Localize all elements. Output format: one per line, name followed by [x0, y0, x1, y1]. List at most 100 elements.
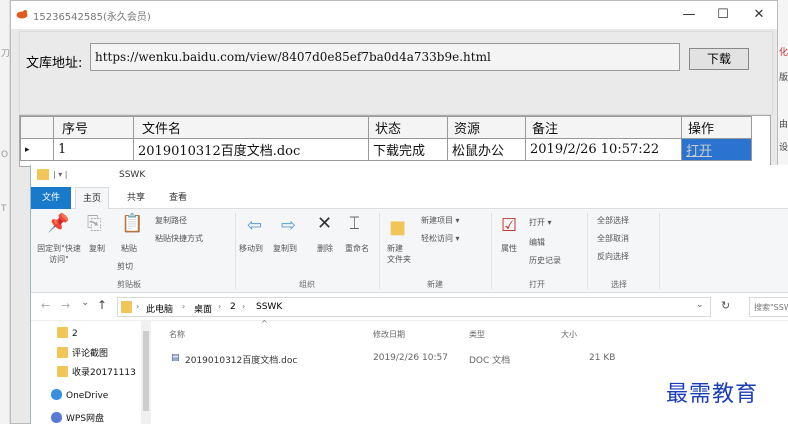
pin-icon: 📌 — [47, 213, 70, 234]
history-button[interactable]: 历史记录 — [529, 255, 561, 266]
column-header[interactable]: 序号 — [53, 116, 134, 139]
nav-item-label: 收录20171113 — [72, 368, 136, 378]
cloud-icon — [51, 412, 62, 423]
explorer-title: SSWK — [119, 170, 146, 180]
properties-button[interactable]: 属性 — [501, 243, 517, 254]
background-app-left: 刀 O T — [0, 0, 10, 424]
url-label: 文库地址: — [26, 56, 83, 71]
organize-group-label: 组织 — [299, 280, 315, 289]
open-group-label: 打开 — [529, 280, 545, 289]
paste-shortcut-button[interactable]: 粘贴快捷方式 — [155, 233, 203, 244]
copy-button[interactable]: 复制 — [89, 243, 105, 254]
sort-indicator-icon: ^ — [261, 319, 268, 328]
forward-button[interactable]: → — [61, 299, 70, 312]
file-row[interactable]: ▤ 2019010312百度文档.doc 2019/2/26 10:57 DOC… — [159, 351, 659, 367]
rename-button[interactable]: 重命名 — [345, 243, 369, 254]
copy-to-button[interactable]: 复制到 — [273, 243, 297, 254]
explorer-titlebar[interactable]: | ▾ | SSWK — [31, 165, 788, 187]
nav-item[interactable]: 收录20171113 — [57, 365, 136, 378]
cell-status: 下载完成 — [368, 138, 448, 161]
url-input[interactable]: https://wenku.baidu.com/view/8407d0e85ef… — [90, 43, 680, 71]
rename-icon: ⌶ — [349, 213, 360, 234]
open-link[interactable]: 打开 — [681, 138, 752, 161]
search-input[interactable]: 搜索"SSWK" — [749, 297, 788, 317]
tab-home[interactable]: 主页 — [75, 187, 109, 209]
file-date: 2019/2/26 10:57 — [373, 353, 448, 363]
invert-selection-button[interactable]: 反向选择 — [597, 251, 629, 262]
tab-share[interactable]: 共享 — [119, 187, 153, 209]
edit-button[interactable]: 编辑 — [529, 237, 545, 248]
url-panel: 文库地址: https://wenku.baidu.com/view/8407d… — [19, 31, 773, 115]
file-list: 名称 ^ 修改日期 类型 大小 ▤ 2019010312百度文档.doc 201… — [159, 319, 788, 424]
easy-access-button[interactable]: 轻松访问 ▾ — [421, 233, 460, 244]
up-button[interactable]: ↑ — [97, 298, 107, 312]
column-header[interactable]: 资源 — [447, 116, 526, 139]
column-header-type[interactable]: 类型 — [469, 329, 485, 340]
doc-file-icon: ▤ — [171, 353, 180, 363]
row-marker-header — [20, 116, 54, 139]
folder-icon — [57, 366, 68, 377]
cut-button[interactable]: 剪切 — [117, 261, 133, 272]
nav-item[interactable]: 评论截图 — [57, 346, 108, 359]
nav-scrollbar-thumb[interactable] — [143, 331, 149, 411]
paste-button[interactable]: 粘贴 — [121, 243, 137, 254]
column-header-name[interactable]: 名称 — [169, 329, 185, 340]
maximize-button[interactable]: ☐ — [713, 5, 733, 25]
breadcrumb-item[interactable]: 此电脑 — [146, 302, 173, 315]
ribbon-separator — [659, 213, 660, 289]
address-input[interactable]: › 此电脑 › 桌面 › 2 › SSWK ⌄ — [117, 297, 711, 317]
breadcrumb-item[interactable]: SSWK — [256, 302, 282, 312]
column-header[interactable]: 状态 — [368, 116, 448, 139]
clipboard-group-label: 剪贴板 — [117, 280, 141, 289]
cell-filename: 2019010312百度文档.doc — [133, 138, 369, 161]
quick-access-toolbar[interactable]: | ▾ | — [53, 170, 68, 179]
bg-right-label: 由 — [779, 120, 788, 130]
open-button[interactable]: 打开 ▾ — [529, 217, 552, 228]
bg-left-label: 刀 — [1, 49, 11, 59]
nav-item-onedrive[interactable]: OneDrive — [51, 389, 108, 401]
bg-right-label: 版 — [779, 73, 788, 83]
move-to-icon: ⇦ — [247, 215, 263, 236]
tab-view[interactable]: 查看 — [161, 187, 195, 209]
delete-button[interactable]: 删除 — [317, 243, 333, 254]
select-none-button[interactable]: 全部取消 — [597, 233, 629, 244]
table-row[interactable]: ▸ 1 2019010312百度文档.doc 下载完成 松鼠办公 2019/2/… — [20, 138, 752, 161]
column-header-size[interactable]: 大小 — [561, 329, 577, 340]
breadcrumb-item[interactable]: 桌面 — [194, 302, 212, 315]
new-folder-icon: ■ — [389, 217, 407, 238]
move-to-button[interactable]: 移动到 — [239, 243, 263, 254]
minimize-button[interactable]: — — [679, 5, 699, 25]
nav-item-wps[interactable]: WPS网盘 — [51, 411, 104, 424]
recent-locations-button[interactable]: ⌄ — [81, 297, 89, 308]
column-header[interactable]: 操作 — [681, 116, 752, 139]
select-all-button[interactable]: 全部选择 — [597, 215, 629, 226]
close-button[interactable]: ✕ — [749, 5, 769, 25]
column-header[interactable]: 文件名 — [133, 116, 369, 139]
chevron-down-icon[interactable]: ⌄ — [696, 300, 704, 310]
download-table: 序号 文件名 状态 资源 备注 操作 ▸ 1 2019010312百度文档.do… — [19, 115, 771, 167]
breadcrumb-item[interactable]: 2 — [230, 302, 236, 312]
nav-item-label: WPS网盘 — [66, 414, 105, 424]
copy-icon: ⎘ — [87, 213, 102, 234]
refresh-icon[interactable]: ↻ — [721, 299, 730, 312]
pin-quick-access-button[interactable]: 固定到"快速访问" — [35, 243, 83, 265]
nav-item[interactable]: 2 — [57, 327, 78, 339]
column-header[interactable]: 备注 — [525, 116, 682, 139]
desktop-screenshot: 刀 O T 化 版 由 设 15236542585(永久会员) — ☐ ✕ 文库… — [0, 0, 788, 424]
copy-path-button[interactable]: 复制路径 — [155, 215, 187, 226]
delete-icon: ✕ — [317, 213, 333, 234]
ribbon-separator — [587, 213, 588, 289]
nav-item-label: 2 — [72, 329, 78, 339]
tab-file[interactable]: 文件 — [31, 187, 71, 209]
table-header-row: 序号 文件名 状态 资源 备注 操作 — [20, 116, 752, 139]
path-separator: › — [136, 302, 140, 311]
new-folder-button[interactable]: 新建 文件夹 — [387, 243, 411, 265]
new-item-button[interactable]: 新建项目 ▾ — [421, 215, 460, 226]
folder-icon — [57, 327, 68, 338]
folder-icon — [37, 169, 49, 180]
download-button[interactable]: 下载 — [689, 48, 749, 70]
downloader-titlebar[interactable]: 15236542585(永久会员) — ☐ ✕ — [11, 1, 777, 29]
select-group-label: 选择 — [611, 280, 627, 289]
column-header-date[interactable]: 修改日期 — [373, 329, 405, 340]
back-button[interactable]: ← — [41, 299, 50, 312]
